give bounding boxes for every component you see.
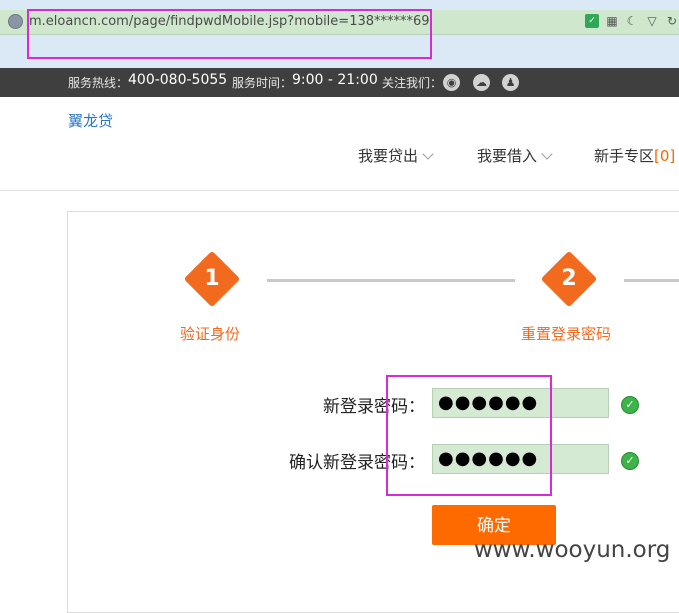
- address-bar-icons: ✓ ▦ ☾ ▽ ↻: [585, 12, 679, 30]
- nav-newbie-label: 新手专区: [594, 147, 655, 165]
- step-2-label: 重置登录密码: [521, 325, 612, 343]
- wechat-icon[interactable]: ☁: [473, 74, 490, 91]
- shield-icon[interactable]: ✓: [585, 14, 599, 28]
- nav-borrow-label: 我要借入: [477, 147, 538, 165]
- nav-newbie-badge: [0]: [654, 147, 676, 165]
- site-logo[interactable]: 翼龙贷: [68, 110, 113, 131]
- step-connector: [267, 279, 515, 282]
- watermark: www.wooyun.org: [474, 537, 671, 563]
- step-1-number: 1: [204, 266, 220, 291]
- step-connector-next: [624, 279, 679, 282]
- dropdown-arrow-icon[interactable]: ▽: [645, 14, 659, 28]
- check-icon: ✓: [621, 396, 639, 414]
- weibo-icon[interactable]: ◉: [443, 74, 460, 91]
- speed-icon[interactable]: ☾: [625, 14, 639, 28]
- nav-borrow[interactable]: 我要借入: [477, 145, 553, 166]
- follow-label: 关注我们：: [382, 76, 443, 90]
- step-1-label: 验证身份: [180, 325, 241, 343]
- header-divider: [0, 190, 679, 191]
- nav-lend[interactable]: 我要贷出: [358, 145, 434, 166]
- hotline-label: 服务热线：: [68, 76, 129, 90]
- step-2-number: 2: [561, 266, 577, 291]
- annotation-highlight-url: [27, 9, 432, 59]
- annotation-highlight-fields: [386, 375, 552, 496]
- refresh-icon[interactable]: ↻: [665, 14, 679, 28]
- check-icon: ✓: [621, 452, 639, 470]
- nav-newbie[interactable]: 新手专区[0]: [594, 145, 675, 166]
- qq-icon[interactable]: ♟: [502, 74, 519, 91]
- qr-code-icon[interactable]: ▦: [605, 14, 619, 28]
- hours-label: 服务时间：: [232, 76, 293, 90]
- chevron-down-icon: [541, 148, 553, 160]
- nav-lend-label: 我要贷出: [358, 147, 419, 165]
- hotline-number: 400-080-5055: [128, 72, 228, 88]
- hours-value: 9:00 - 21:00: [292, 72, 378, 88]
- globe-icon: [8, 14, 23, 29]
- chevron-down-icon: [422, 148, 434, 160]
